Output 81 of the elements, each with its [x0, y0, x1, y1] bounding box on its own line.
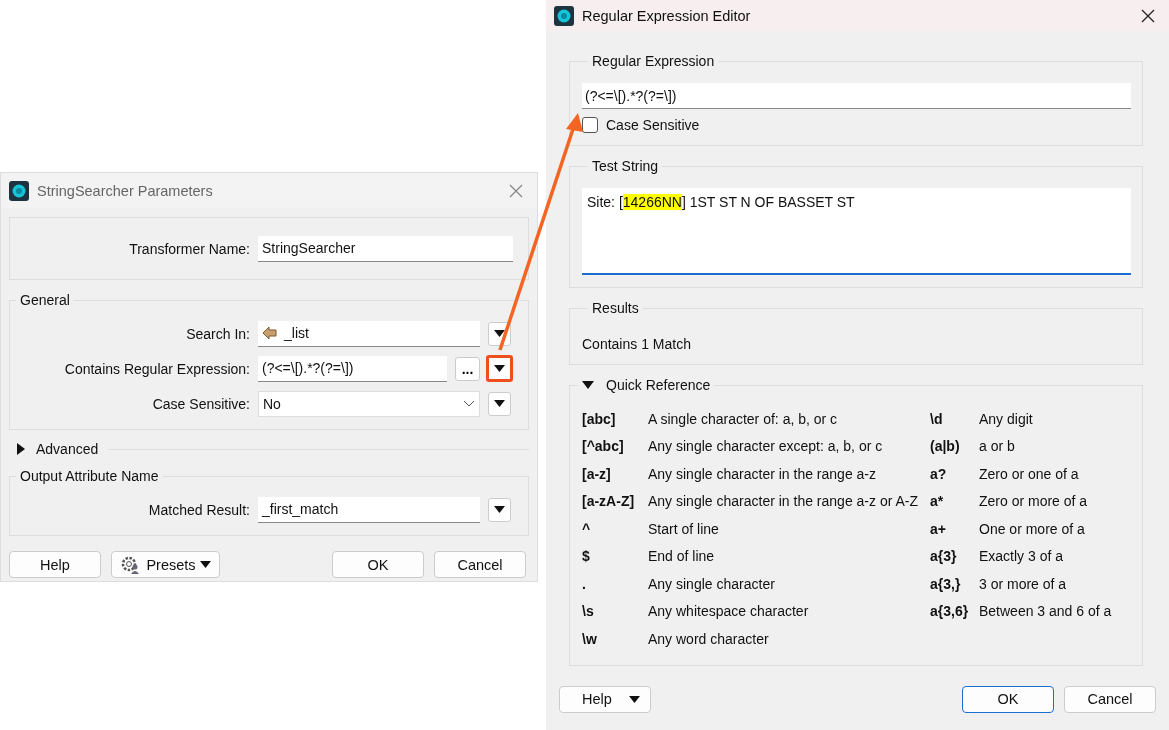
close-icon[interactable] [1141, 8, 1155, 23]
cancel-button[interactable]: Cancel [1064, 685, 1156, 713]
regex-token: \d [930, 410, 944, 427]
chevron-icon [463, 399, 475, 408]
dropdown-button[interactable] [488, 497, 511, 522]
token-description: Any whitespace character [648, 603, 809, 620]
group-title: Output Attribute Name [19, 468, 160, 484]
input-field[interactable]: (?<=\[).*?(?=\]) [258, 355, 447, 382]
token-description: Any single character in the range a-z [648, 465, 876, 482]
caret-icon [494, 400, 505, 407]
results-text: Contains 1 Match [582, 335, 692, 352]
caret-icon [494, 330, 505, 337]
regex-token: [abc] [582, 410, 617, 427]
caret-icon [199, 561, 211, 568]
input-field[interactable]: _first_match [258, 496, 480, 523]
regex-token: \w [582, 630, 598, 647]
section-title[interactable]: Advanced [36, 441, 99, 457]
regex-token: a+ [930, 520, 947, 537]
token-description: Any single character in the range a-z or A-Z [648, 493, 919, 510]
field-label: Contains Regular Expression: [63, 360, 250, 377]
regex-token: [a-zA-Z] [582, 493, 636, 510]
regex-token: a? [930, 465, 948, 482]
group-title: Results [591, 300, 640, 316]
group-title[interactable]: Quick Reference [606, 377, 711, 393]
input-field[interactable]: _list [258, 320, 480, 347]
field-label: Search In: [185, 325, 250, 342]
window-title: Regular Expression Editor [582, 7, 752, 24]
field-label: Case Sensitive: [151, 395, 250, 412]
expander-icon[interactable] [16, 443, 26, 455]
regex-token: a{3,} [930, 575, 962, 592]
token-description: Any single character except: a, b, or c [648, 438, 883, 455]
token-description: Any word character [648, 630, 769, 647]
token-description: One or more of a [979, 520, 1085, 537]
regex-token: (a|b) [930, 438, 961, 455]
window-title: StringSearcher Parameters [37, 182, 214, 199]
ok-button[interactable]: OK [962, 685, 1054, 713]
regex-token: a* [930, 493, 945, 510]
token-description: Zero or more of a [979, 493, 1088, 510]
checkbox[interactable] [582, 117, 598, 133]
field-label: Transformer Name: [128, 240, 250, 257]
token-description: 3 or more of a [979, 575, 1067, 592]
browse-button[interactable]: ... [455, 356, 480, 381]
app-icon [554, 5, 574, 26]
regex-token: $ [582, 548, 591, 565]
regex-token: a{3} [930, 548, 958, 565]
token-description: A single character of: a, b, or c [648, 410, 838, 427]
token-description: a or b [979, 438, 1015, 455]
token-description: Between 3 and 6 of a [979, 603, 1112, 620]
regex-token: . [582, 575, 587, 592]
caret-icon [629, 695, 640, 703]
attribute-icon [262, 325, 278, 341]
presets-button[interactable]: Presets [111, 551, 220, 578]
field-label: Matched Result: [147, 501, 250, 518]
regex-token: [^abc] [582, 438, 625, 455]
regex-field[interactable]: (?<=\[).*?(?=\]) [582, 83, 1131, 109]
checkbox-label: Case Sensitive [606, 117, 700, 133]
token-description: Any single character [648, 575, 775, 592]
combo-box[interactable]: No [258, 390, 480, 417]
regex-token: \s [582, 603, 595, 620]
ok-button[interactable]: OK [332, 551, 424, 578]
caret-icon [494, 506, 505, 513]
token-description: Zero or one of a [979, 465, 1079, 482]
dropdown-button[interactable] [486, 355, 513, 382]
group-title: General [19, 292, 71, 308]
token-description: Exactly 3 of a [979, 548, 1064, 565]
transformer-name-field[interactable]: StringSearcher [258, 235, 513, 262]
app-icon [9, 180, 29, 201]
help-button[interactable]: Help [559, 685, 651, 713]
help-button[interactable]: Help [9, 551, 101, 578]
dropdown-button[interactable] [488, 391, 511, 416]
token-description: End of line [648, 548, 715, 565]
cancel-button[interactable]: Cancel [434, 551, 526, 578]
regex-token: [a-z] [582, 465, 612, 482]
token-description: Any digit [979, 410, 1033, 427]
expander-icon[interactable] [582, 380, 594, 390]
regex-token: ^ [582, 520, 592, 537]
group-title: Regular Expression [591, 53, 716, 69]
caret-icon [494, 365, 505, 372]
regex-token: a{3,6} [930, 603, 970, 620]
token-description: Start of line [648, 520, 719, 537]
group-title: Test String [591, 158, 660, 174]
